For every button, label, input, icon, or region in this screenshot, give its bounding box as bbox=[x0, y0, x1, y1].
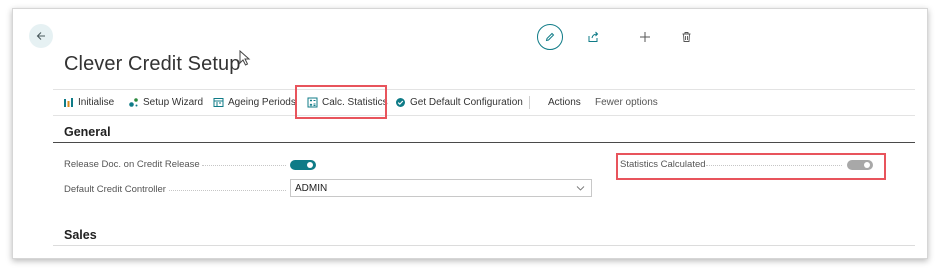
statistics-calculated-toggle[interactable] bbox=[847, 160, 873, 170]
actions-menu[interactable]: Actions bbox=[548, 90, 581, 115]
setup-wizard-label: Setup Wizard bbox=[143, 97, 204, 108]
page-title: Clever Credit Setup bbox=[64, 53, 241, 75]
actions-menu-label: Actions bbox=[548, 97, 581, 108]
statistics-calculated-leader bbox=[706, 165, 842, 166]
action-bar-divider bbox=[529, 96, 530, 109]
share-icon bbox=[588, 31, 598, 42]
ageing-periods-action[interactable]: Ageing Periods bbox=[213, 90, 296, 115]
delete-button[interactable] bbox=[673, 24, 699, 50]
ageing-periods-icon bbox=[213, 98, 224, 107]
check-circle-icon bbox=[396, 98, 405, 107]
general-section-title: General bbox=[64, 125, 111, 139]
default-credit-controller-leader bbox=[169, 190, 286, 191]
sales-section-divider bbox=[53, 245, 915, 246]
release-doc-toggle[interactable] bbox=[290, 160, 316, 170]
release-doc-toggle-knob bbox=[307, 162, 313, 168]
calc-statistics-label: Calc. Statistics bbox=[322, 97, 388, 108]
statistics-calculated-label: Statistics Calculated bbox=[620, 159, 706, 170]
get-default-configuration-action[interactable]: Get Default Configuration bbox=[395, 90, 523, 115]
initialise-action[interactable]: Initialise bbox=[63, 90, 114, 115]
ageing-periods-label: Ageing Periods bbox=[228, 97, 296, 108]
share-button[interactable] bbox=[580, 24, 606, 50]
initialise-label: Initialise bbox=[78, 97, 115, 108]
initialise-icon bbox=[64, 98, 73, 107]
fewer-options-button[interactable]: Fewer options bbox=[595, 90, 658, 115]
new-button[interactable] bbox=[632, 24, 658, 50]
calc-statistics-action[interactable]: Calc. Statistics bbox=[307, 90, 388, 115]
default-credit-controller-select[interactable]: ADMIN bbox=[290, 179, 592, 197]
plus-icon bbox=[640, 32, 650, 42]
mouse-cursor-icon bbox=[239, 50, 251, 66]
statistics-calculated-toggle-knob bbox=[864, 162, 870, 168]
fewer-options-label: Fewer options bbox=[595, 97, 658, 108]
general-section-divider bbox=[53, 142, 915, 143]
chevron-down-icon bbox=[576, 186, 585, 191]
default-credit-controller-label: Default Credit Controller bbox=[64, 184, 166, 195]
release-doc-leader bbox=[202, 165, 286, 166]
page-window: Clever Credit Setup Initialise Setup Wiz… bbox=[12, 8, 928, 259]
setup-wizard-action[interactable]: Setup Wizard bbox=[128, 90, 203, 115]
get-default-configuration-label: Get Default Configuration bbox=[410, 97, 523, 108]
pencil-icon bbox=[545, 32, 555, 42]
calc-statistics-icon bbox=[307, 97, 318, 108]
setup-wizard-icon bbox=[129, 98, 138, 107]
edit-button[interactable] bbox=[537, 24, 563, 50]
sales-section-title: Sales bbox=[64, 228, 97, 242]
back-arrow-icon bbox=[36, 32, 45, 40]
back-button[interactable] bbox=[29, 24, 53, 48]
trash-icon bbox=[682, 32, 690, 42]
release-doc-label: Release Doc. on Credit Release bbox=[64, 159, 200, 170]
action-bar: Initialise Setup Wizard Ageing Periods C… bbox=[53, 89, 915, 116]
default-credit-controller-value: ADMIN bbox=[295, 182, 328, 194]
